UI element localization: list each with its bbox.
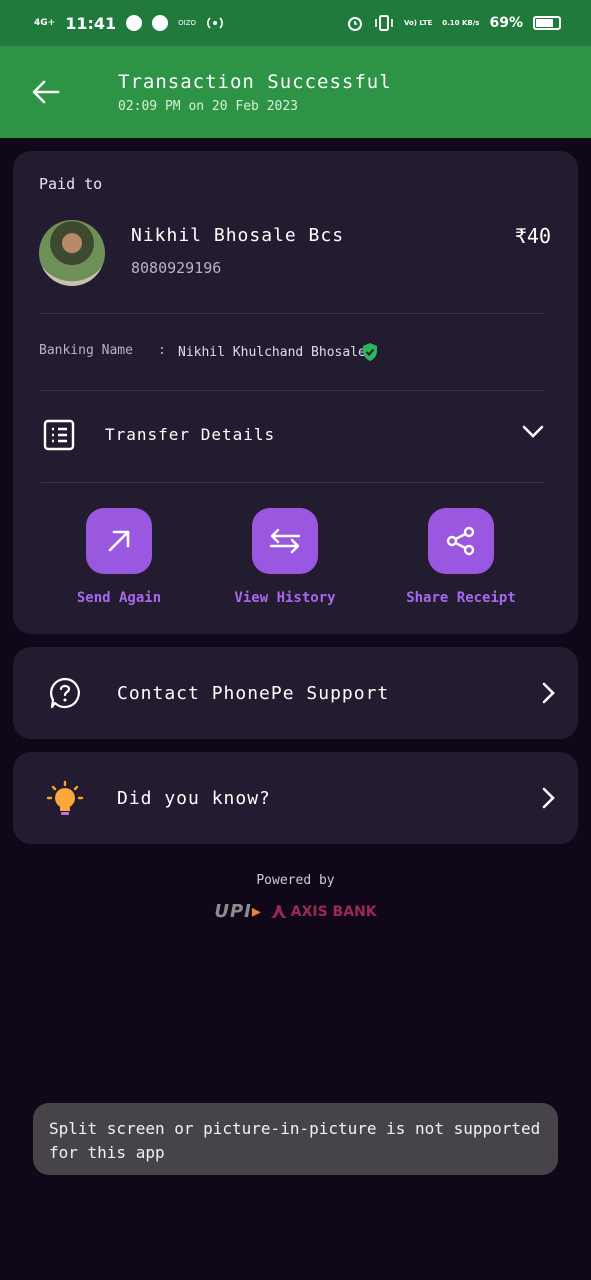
send-again-button[interactable]: Send Again [49,508,189,606]
powered-by-label: Powered by [256,873,335,888]
view-history-label: View History [234,590,336,606]
status-time: 11:41 [65,13,117,33]
view-history-icon-tile [252,508,318,574]
back-arrow-icon [32,80,60,104]
battery-icon [533,16,561,30]
status-bar: 4G+ 11:41 OIZO Vo) LTE 0.10 KB/s 69% [0,0,591,46]
notification-label: OIZO [178,19,197,27]
payee-name: Nikhil Bhosale Bcs [131,225,345,246]
app-bar: Transaction Successful 02:09 PM on 20 Fe… [0,46,591,138]
battery-percent: 69% [489,15,523,31]
receipt-list-icon [43,419,75,451]
payment-card: Paid to Nikhil Bhosale Bcs 8080929196 ₹4… [13,151,578,634]
banking-name-label: Banking Name [39,343,133,358]
arrow-up-right-icon [108,530,130,552]
help-question-icon [50,677,80,709]
lightbulb-icon [46,780,84,815]
amount: ₹40 [514,224,551,248]
did-you-know-row[interactable]: Did you know? [13,752,578,844]
send-again-icon-tile [86,508,152,574]
banking-name-value: Nikhil Khulchand Bhosale [178,345,366,360]
hotspot-icon [207,17,223,29]
did-you-know-label: Did you know? [117,787,271,809]
divider [41,390,544,391]
share-icon [446,526,475,556]
share-receipt-button[interactable]: Share Receipt [391,508,531,606]
contact-support-label: Contact PhonePe Support [117,682,390,704]
back-button[interactable] [0,46,90,138]
network-speed: 0.10 KB/s [442,19,480,27]
chevron-right-icon [542,787,555,809]
swap-arrows-icon [269,528,301,554]
upi-logo: UPI▸ [214,901,262,922]
payee-phone: 8080929196 [131,259,222,277]
axis-bank-logo: ⋏ AXIS BANK [269,899,377,924]
volte-indicator: Vo) LTE [403,19,433,27]
paid-to-label: Paid to [39,175,103,193]
toast-message: Split screen or picture-in-picture is no… [33,1103,558,1175]
telegram-icon [126,15,143,31]
view-history-button[interactable]: View History [215,508,355,606]
divider [41,313,544,314]
send-again-label: Send Again [76,590,162,606]
app-notification-icon [152,15,169,31]
share-receipt-label: Share Receipt [406,590,516,606]
network-indicator: 4G+ [34,17,56,28]
avatar[interactable] [39,220,105,286]
contact-support-row[interactable]: Contact PhonePe Support [13,647,578,739]
transfer-details-label: Transfer Details [105,425,276,444]
vibrate-icon [375,15,393,31]
transaction-timestamp: 02:09 PM on 20 Feb 2023 [118,98,299,114]
share-receipt-icon-tile [428,508,494,574]
alarm-icon [347,17,362,31]
chevron-right-icon [542,682,555,704]
divider [41,482,544,483]
banking-name-colon: : [158,343,166,358]
chevron-down-icon [522,425,544,438]
page-title: Transaction Successful [118,70,392,93]
partner-logos: UPI▸ ⋏ AXIS BANK [0,899,591,924]
verified-shield-icon [363,343,377,361]
